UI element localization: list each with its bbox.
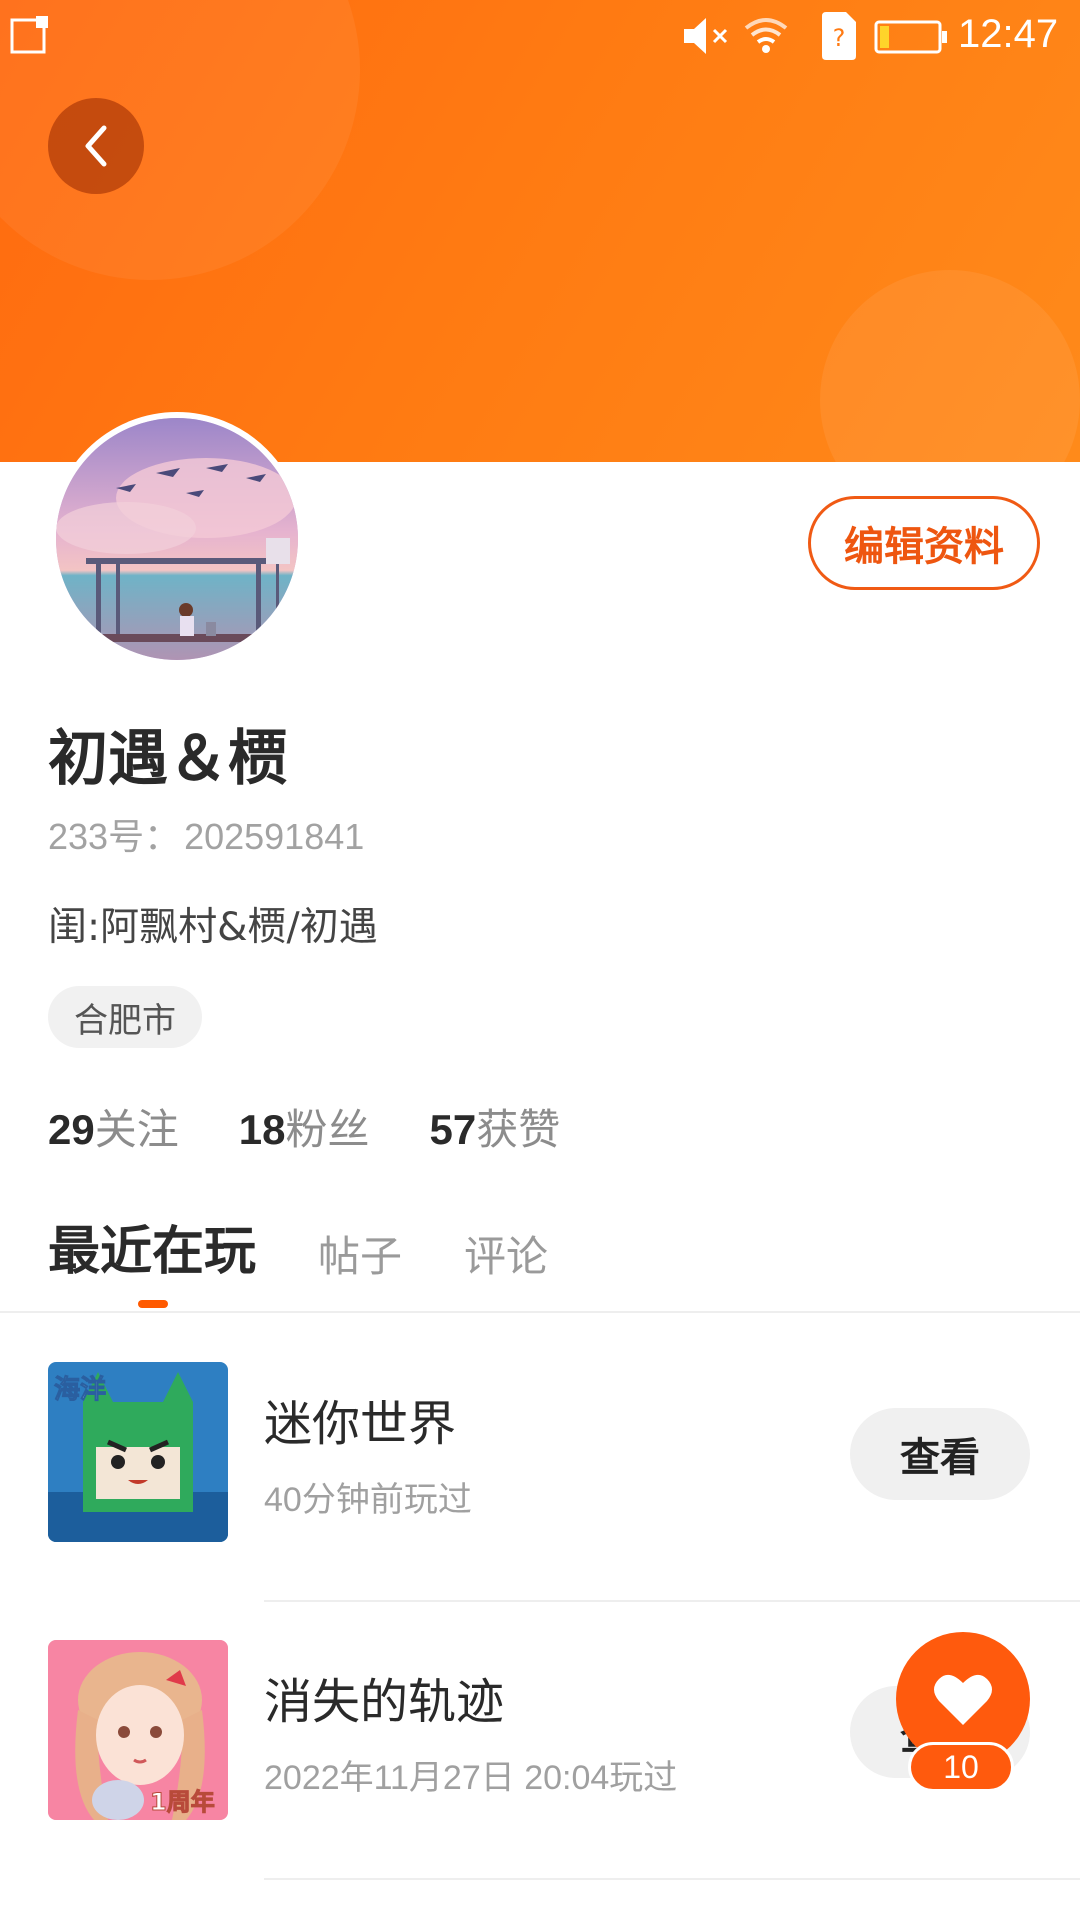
stat-followers[interactable]: 18 粉丝 <box>239 1096 370 1157</box>
chevron-left-icon <box>85 125 107 167</box>
stat-likes-count: 57 <box>429 1106 477 1153</box>
game-icon-vanished-trail[interactable]: 1周年 <box>48 1640 228 1820</box>
banner-decoration <box>820 270 1080 462</box>
tab-posts[interactable]: 帖子 <box>318 1223 402 1284</box>
game-icon-badge: 1周年 <box>150 1788 215 1816</box>
tab-comments[interactable]: 评论 <box>464 1223 548 1284</box>
profile-id-value: 202591841 <box>184 816 365 857</box>
notification-icon <box>10 16 48 54</box>
mute-icon <box>684 18 728 54</box>
avatar-image <box>56 418 298 660</box>
profile-tabs: 最近在玩 帖子 评论 <box>48 1204 610 1284</box>
stat-following[interactable]: 29 关注 <box>48 1096 179 1157</box>
status-time: 12:47 <box>958 12 1059 56</box>
stat-likes-label: 获赞 <box>476 1105 561 1154</box>
game-name: 迷你世界 <box>264 1396 457 1452</box>
game-last-played: 2022年11月27日 20:04玩过 <box>264 1759 678 1797</box>
game-name: 消失的轨迹 <box>264 1674 505 1730</box>
game-icon-image: 海洋 <box>48 1362 228 1542</box>
stat-likes[interactable]: 57 获赞 <box>429 1096 560 1157</box>
sim-unknown-icon: ? <box>822 12 856 60</box>
profile-id: 233号： 202591841 <box>48 808 364 860</box>
edit-profile-button[interactable]: 编辑资料 <box>808 496 1040 590</box>
row-divider <box>264 1878 1080 1880</box>
game-icon-badge: 海洋 <box>54 1374 106 1405</box>
view-game-button[interactable]: 查看 <box>850 1408 1030 1500</box>
tab-active-indicator <box>138 1300 168 1308</box>
game-list-item[interactable]: 海洋 迷你世界 40分钟前玩过 查看 <box>0 1362 1080 1542</box>
battery-low-icon <box>874 20 947 54</box>
back-button[interactable] <box>48 98 144 194</box>
stat-following-label: 关注 <box>94 1105 179 1154</box>
wifi-icon <box>744 18 788 53</box>
like-count-badge: 10 <box>908 1742 1014 1792</box>
profile-id-label: 233号： <box>48 816 181 857</box>
stat-followers-count: 18 <box>238 1106 286 1153</box>
game-icon-mini-world[interactable]: 海洋 <box>48 1362 228 1542</box>
location-tag: 合肥市 <box>48 986 202 1048</box>
game-last-played: 40分钟前玩过 <box>264 1481 472 1519</box>
avatar[interactable] <box>50 412 304 666</box>
tabs-divider <box>0 1311 1080 1313</box>
stat-following-count: 29 <box>48 1106 95 1153</box>
game-icon-image: 1周年 <box>48 1640 228 1820</box>
svg-text:?: ? <box>833 24 846 52</box>
profile-bio: 闺:阿飘村&槚/初遇 <box>48 905 378 950</box>
stat-followers-label: 粉丝 <box>285 1105 370 1154</box>
profile-stats: 29 关注 18 粉丝 57 获赞 <box>48 1096 620 1157</box>
status-bar: ? 12:47 <box>0 0 1080 76</box>
row-divider <box>264 1600 1080 1602</box>
heart-icon <box>934 1674 992 1725</box>
tab-recent-played[interactable]: 最近在玩 <box>48 1209 256 1284</box>
profile-name: 初遇＆槚 <box>48 724 288 794</box>
